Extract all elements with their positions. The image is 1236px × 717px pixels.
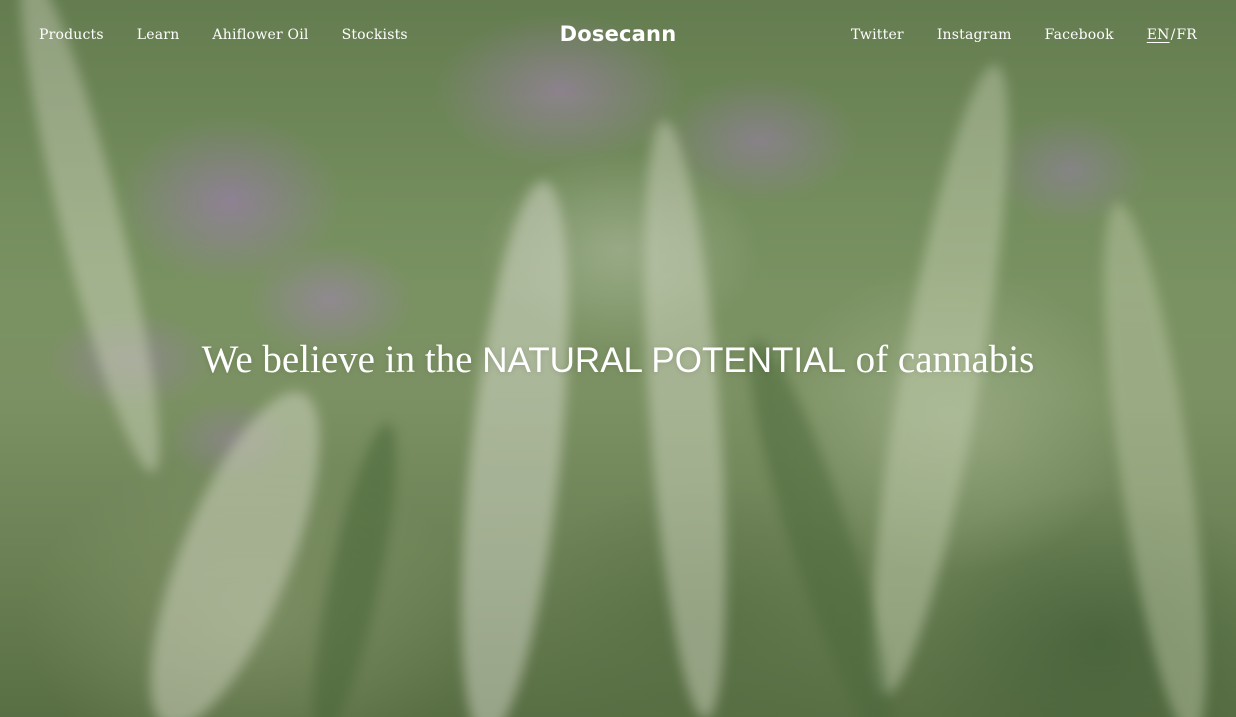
brand-logo[interactable]: Dosecann — [560, 22, 677, 46]
nav-right-menu: Twitter Instagram Facebook EN / FR — [851, 27, 1197, 43]
language-fr-link[interactable]: FR — [1176, 27, 1197, 43]
hero-headline: We believe in the NATURAL POTENTIAL of c… — [0, 338, 1236, 383]
language-switcher: EN / FR — [1147, 27, 1197, 43]
headline-prefix: We believe in the — [201, 338, 483, 381]
headline-emphasis: NATURAL POTENTIAL — [482, 341, 846, 380]
nav-link-ahiflower-oil[interactable]: Ahiflower Oil — [212, 27, 308, 43]
social-link-facebook[interactable]: Facebook — [1045, 27, 1114, 43]
headline-suffix: of cannabis — [845, 338, 1035, 381]
language-separator: / — [1170, 27, 1176, 43]
social-link-instagram[interactable]: Instagram — [937, 27, 1012, 43]
nav-link-learn[interactable]: Learn — [137, 27, 180, 43]
page: Products Learn Ahiflower Oil Stockists D… — [0, 0, 1236, 717]
language-en-link[interactable]: EN — [1147, 27, 1170, 43]
nav-link-products[interactable]: Products — [39, 27, 104, 43]
nav-link-stockists[interactable]: Stockists — [342, 27, 408, 43]
social-link-twitter[interactable]: Twitter — [851, 27, 904, 43]
top-navigation: Products Learn Ahiflower Oil Stockists D… — [0, 0, 1236, 74]
nav-left-menu: Products Learn Ahiflower Oil Stockists — [39, 27, 408, 43]
